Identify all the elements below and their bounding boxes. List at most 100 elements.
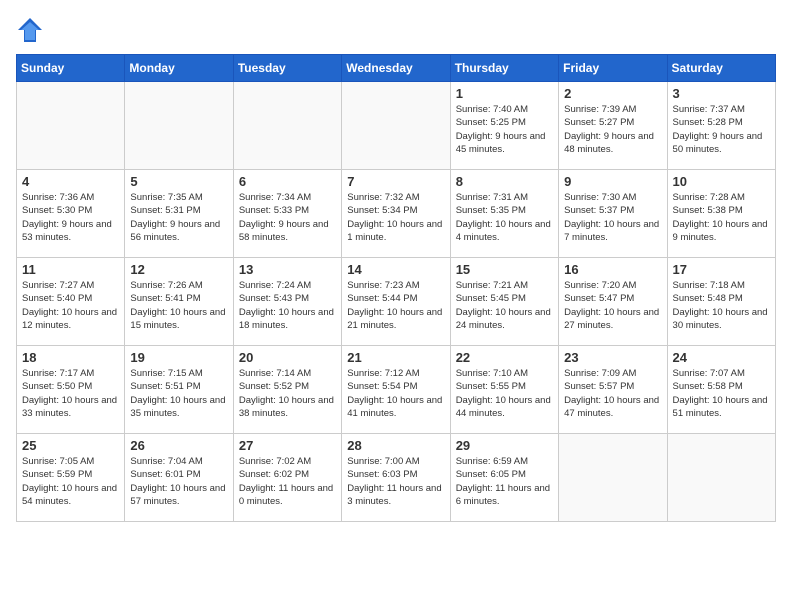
- day-of-week-header: Tuesday: [233, 55, 341, 82]
- logo: [16, 16, 48, 44]
- day-number: 10: [673, 174, 770, 189]
- calendar-cell: 21 Sunrise: 7:12 AM Sunset: 5:54 PM Dayli…: [342, 346, 450, 434]
- day-info: Sunrise: 7:37 AM Sunset: 5:28 PM Dayligh…: [673, 103, 770, 156]
- day-info: Sunrise: 6:59 AM Sunset: 6:05 PM Dayligh…: [456, 455, 553, 508]
- calendar-cell: 11 Sunrise: 7:27 AM Sunset: 5:40 PM Dayli…: [17, 258, 125, 346]
- calendar-cell: 29 Sunrise: 6:59 AM Sunset: 6:05 PM Dayli…: [450, 434, 558, 522]
- calendar-cell: 27 Sunrise: 7:02 AM Sunset: 6:02 PM Dayli…: [233, 434, 341, 522]
- day-number: 19: [130, 350, 227, 365]
- day-info: Sunrise: 7:39 AM Sunset: 5:27 PM Dayligh…: [564, 103, 661, 156]
- calendar-cell: 22 Sunrise: 7:10 AM Sunset: 5:55 PM Dayli…: [450, 346, 558, 434]
- day-info: Sunrise: 7:12 AM Sunset: 5:54 PM Dayligh…: [347, 367, 444, 420]
- day-number: 25: [22, 438, 119, 453]
- calendar-cell: 5 Sunrise: 7:35 AM Sunset: 5:31 PM Daylig…: [125, 170, 233, 258]
- day-of-week-header: Monday: [125, 55, 233, 82]
- day-number: 21: [347, 350, 444, 365]
- calendar-cell: 10 Sunrise: 7:28 AM Sunset: 5:38 PM Dayli…: [667, 170, 775, 258]
- day-number: 23: [564, 350, 661, 365]
- day-number: 5: [130, 174, 227, 189]
- day-info: Sunrise: 7:24 AM Sunset: 5:43 PM Dayligh…: [239, 279, 336, 332]
- day-info: Sunrise: 7:18 AM Sunset: 5:48 PM Dayligh…: [673, 279, 770, 332]
- day-number: 6: [239, 174, 336, 189]
- calendar-cell: 8Sunrise: 7:31 AM Sunset: 5:35 PM Daylig…: [450, 170, 558, 258]
- calendar-cell: 14 Sunrise: 7:23 AM Sunset: 5:44 PM Dayli…: [342, 258, 450, 346]
- day-info: Sunrise: 7:32 AM Sunset: 5:34 PM Dayligh…: [347, 191, 444, 244]
- day-info: Sunrise: 7:40 AM Sunset: 5:25 PM Dayligh…: [456, 103, 553, 156]
- calendar-cell: [342, 82, 450, 170]
- calendar-body: 1 Sunrise: 7:40 AM Sunset: 5:25 PM Daylig…: [17, 82, 776, 522]
- day-info: Sunrise: 7:26 AM Sunset: 5:41 PM Dayligh…: [130, 279, 227, 332]
- day-info: Sunrise: 7:36 AM Sunset: 5:30 PM Dayligh…: [22, 191, 119, 244]
- day-number: 11: [22, 262, 119, 277]
- day-info: Sunrise: 7:17 AM Sunset: 5:50 PM Dayligh…: [22, 367, 119, 420]
- day-of-week-header: Wednesday: [342, 55, 450, 82]
- day-info: Sunrise: 7:09 AM Sunset: 5:57 PM Dayligh…: [564, 367, 661, 420]
- day-of-week-header: Thursday: [450, 55, 558, 82]
- day-number: 16: [564, 262, 661, 277]
- calendar-cell: 16 Sunrise: 7:20 AM Sunset: 5:47 PM Dayli…: [559, 258, 667, 346]
- day-number: 29: [456, 438, 553, 453]
- day-number: 3: [673, 86, 770, 101]
- day-info: Sunrise: 7:15 AM Sunset: 5:51 PM Dayligh…: [130, 367, 227, 420]
- calendar-cell: [17, 82, 125, 170]
- day-number: 18: [22, 350, 119, 365]
- calendar-cell: [559, 434, 667, 522]
- calendar-cell: 7 Sunrise: 7:32 AM Sunset: 5:34 PM Daylig…: [342, 170, 450, 258]
- day-number: 28: [347, 438, 444, 453]
- day-number: 1: [456, 86, 553, 101]
- day-of-week-header: Sunday: [17, 55, 125, 82]
- day-info: Sunrise: 7:20 AM Sunset: 5:47 PM Dayligh…: [564, 279, 661, 332]
- day-info: Sunrise: 7:10 AM Sunset: 5:55 PM Dayligh…: [456, 367, 553, 420]
- days-of-week-row: SundayMondayTuesdayWednesdayThursdayFrid…: [17, 55, 776, 82]
- day-number: 14: [347, 262, 444, 277]
- calendar-cell: 2 Sunrise: 7:39 AM Sunset: 5:27 PM Daylig…: [559, 82, 667, 170]
- day-number: 27: [239, 438, 336, 453]
- calendar-cell: 25 Sunrise: 7:05 AM Sunset: 5:59 PM Dayli…: [17, 434, 125, 522]
- calendar-cell: [667, 434, 775, 522]
- day-info: Sunrise: 7:23 AM Sunset: 5:44 PM Dayligh…: [347, 279, 444, 332]
- calendar-cell: 17 Sunrise: 7:18 AM Sunset: 5:48 PM Dayli…: [667, 258, 775, 346]
- day-info: Sunrise: 7:28 AM Sunset: 5:38 PM Dayligh…: [673, 191, 770, 244]
- day-number: 7: [347, 174, 444, 189]
- calendar-cell: 9 Sunrise: 7:30 AM Sunset: 5:37 PM Daylig…: [559, 170, 667, 258]
- calendar-cell: [233, 82, 341, 170]
- calendar-week-row: 11 Sunrise: 7:27 AM Sunset: 5:40 PM Dayli…: [17, 258, 776, 346]
- calendar-cell: 3 Sunrise: 7:37 AM Sunset: 5:28 PM Daylig…: [667, 82, 775, 170]
- calendar-cell: 12Sunrise: 7:26 AM Sunset: 5:41 PM Dayli…: [125, 258, 233, 346]
- day-info: Sunrise: 7:04 AM Sunset: 6:01 PM Dayligh…: [130, 455, 227, 508]
- day-info: Sunrise: 7:07 AM Sunset: 5:58 PM Dayligh…: [673, 367, 770, 420]
- calendar-week-row: 1 Sunrise: 7:40 AM Sunset: 5:25 PM Daylig…: [17, 82, 776, 170]
- day-number: 8: [456, 174, 553, 189]
- calendar-cell: 28 Sunrise: 7:00 AM Sunset: 6:03 PM Dayli…: [342, 434, 450, 522]
- day-number: 9: [564, 174, 661, 189]
- day-info: Sunrise: 7:35 AM Sunset: 5:31 PM Dayligh…: [130, 191, 227, 244]
- day-of-week-header: Saturday: [667, 55, 775, 82]
- calendar-cell: 13Sunrise: 7:24 AM Sunset: 5:43 PM Dayli…: [233, 258, 341, 346]
- day-info: Sunrise: 7:14 AM Sunset: 5:52 PM Dayligh…: [239, 367, 336, 420]
- calendar-cell: 1 Sunrise: 7:40 AM Sunset: 5:25 PM Daylig…: [450, 82, 558, 170]
- day-number: 2: [564, 86, 661, 101]
- day-info: Sunrise: 7:30 AM Sunset: 5:37 PM Dayligh…: [564, 191, 661, 244]
- calendar-cell: 18 Sunrise: 7:17 AM Sunset: 5:50 PM Dayli…: [17, 346, 125, 434]
- calendar-cell: 26 Sunrise: 7:04 AM Sunset: 6:01 PM Dayli…: [125, 434, 233, 522]
- day-number: 15: [456, 262, 553, 277]
- calendar-cell: 4Sunrise: 7:36 AM Sunset: 5:30 PM Daylig…: [17, 170, 125, 258]
- calendar-week-row: 4Sunrise: 7:36 AM Sunset: 5:30 PM Daylig…: [17, 170, 776, 258]
- calendar-week-row: 25 Sunrise: 7:05 AM Sunset: 5:59 PM Dayli…: [17, 434, 776, 522]
- calendar-table: SundayMondayTuesdayWednesdayThursdayFrid…: [16, 54, 776, 522]
- day-info: Sunrise: 7:21 AM Sunset: 5:45 PM Dayligh…: [456, 279, 553, 332]
- day-number: 17: [673, 262, 770, 277]
- day-info: Sunrise: 7:02 AM Sunset: 6:02 PM Dayligh…: [239, 455, 336, 508]
- calendar-cell: 19 Sunrise: 7:15 AM Sunset: 5:51 PM Dayli…: [125, 346, 233, 434]
- header: [16, 16, 776, 44]
- calendar-week-row: 18 Sunrise: 7:17 AM Sunset: 5:50 PM Dayli…: [17, 346, 776, 434]
- day-info: Sunrise: 7:27 AM Sunset: 5:40 PM Dayligh…: [22, 279, 119, 332]
- calendar-cell: 24Sunrise: 7:07 AM Sunset: 5:58 PM Dayli…: [667, 346, 775, 434]
- logo-icon: [16, 16, 44, 44]
- day-info: Sunrise: 7:05 AM Sunset: 5:59 PM Dayligh…: [22, 455, 119, 508]
- calendar-cell: 20Sunrise: 7:14 AM Sunset: 5:52 PM Dayli…: [233, 346, 341, 434]
- calendar-cell: 23 Sunrise: 7:09 AM Sunset: 5:57 PM Dayli…: [559, 346, 667, 434]
- day-number: 26: [130, 438, 227, 453]
- day-info: Sunrise: 7:00 AM Sunset: 6:03 PM Dayligh…: [347, 455, 444, 508]
- day-number: 22: [456, 350, 553, 365]
